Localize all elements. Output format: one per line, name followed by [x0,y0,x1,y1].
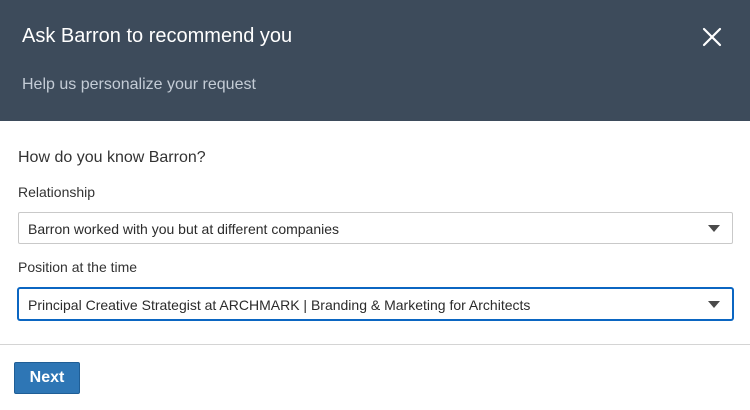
relationship-label: Relationship [18,184,96,200]
position-select[interactable]: Principal Creative Strategist at ARCHMAR… [18,288,733,320]
form-question: How do you know Barron? [18,149,206,166]
relationship-selected-value: Barron worked with you but at different … [28,221,340,237]
recommendation-request-dialog: Ask Barron to recommend you Help us pers… [0,0,750,410]
dialog-subtitle: Help us personalize your request [22,76,256,93]
relationship-select[interactable]: Barron worked with you but at different … [18,212,733,244]
dialog-title: Ask Barron to recommend you [22,25,293,47]
position-label: Position at the time [18,259,138,275]
next-button[interactable]: Next [14,362,80,394]
close-icon [702,27,722,47]
close-button[interactable] [698,23,726,51]
chevron-down-icon [708,301,720,308]
position-selected-value: Principal Creative Strategist at ARCHMAR… [28,297,531,313]
dialog-header: Ask Barron to recommend you Help us pers… [0,0,750,121]
chevron-down-icon [708,225,720,232]
footer-divider [0,344,750,345]
